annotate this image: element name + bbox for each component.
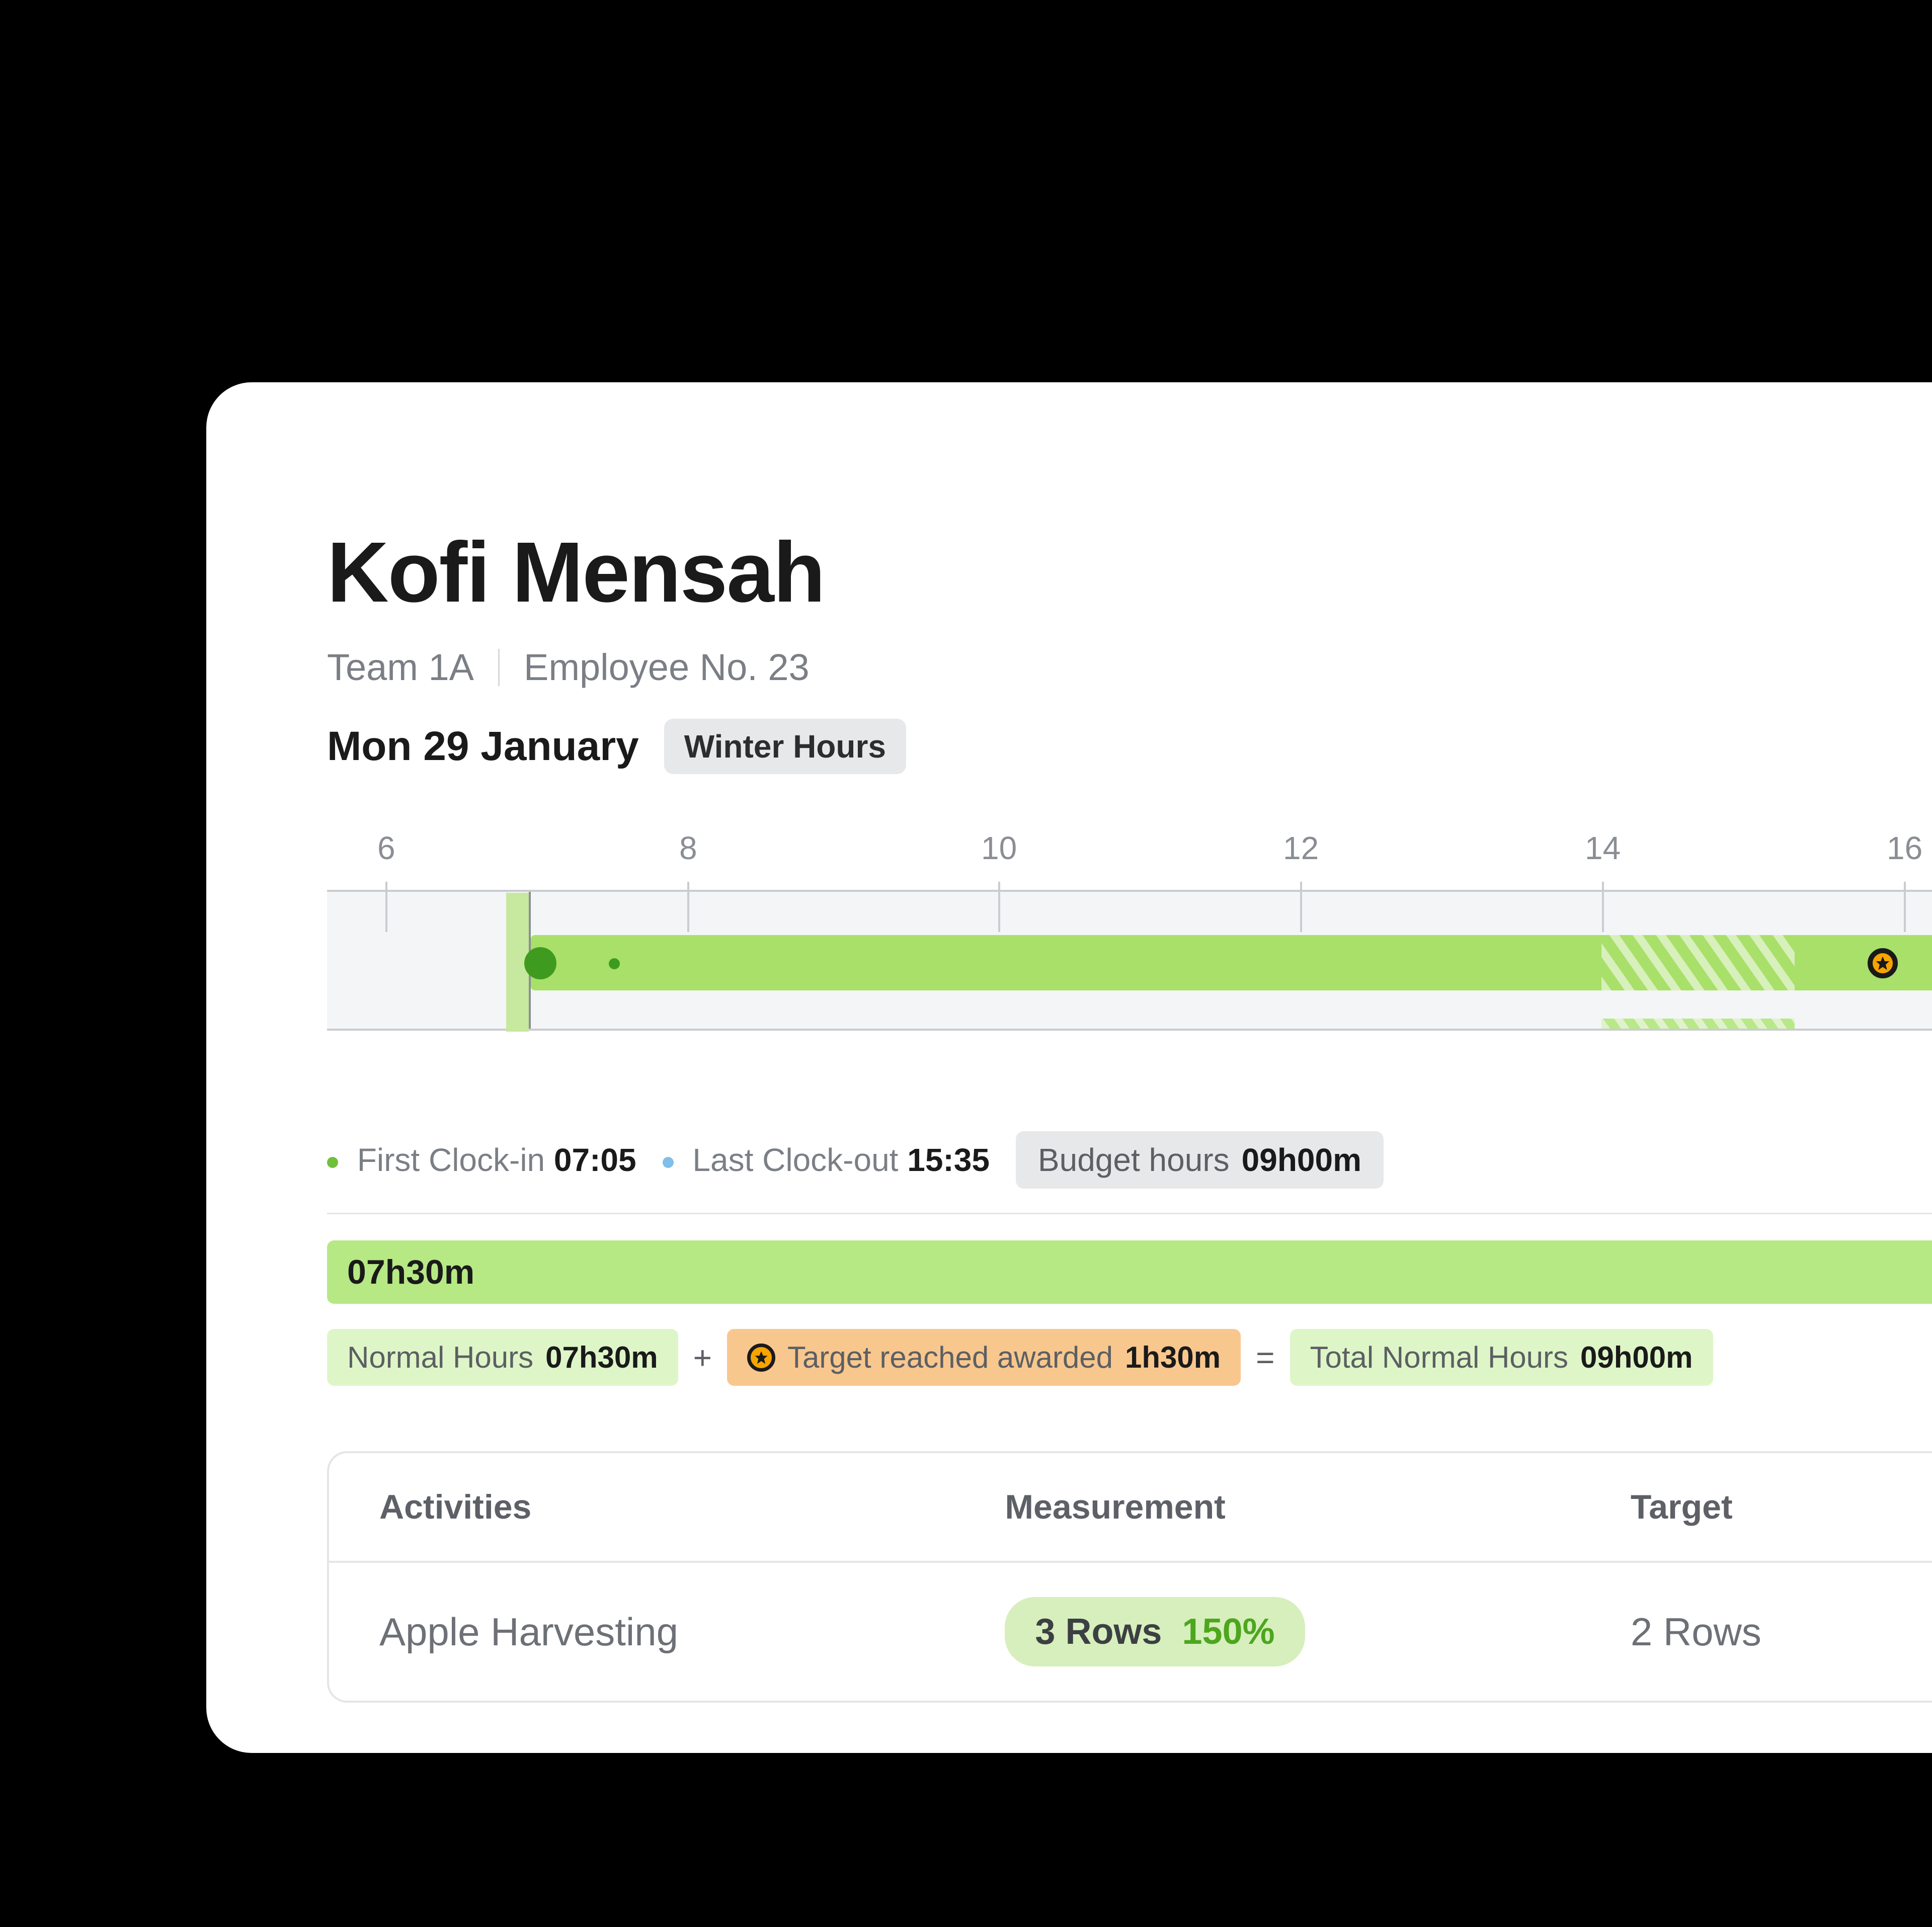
timeline-tick: 6 bbox=[377, 829, 395, 932]
timeline-tick: 12 bbox=[1283, 829, 1319, 932]
col-measurement: Measurement bbox=[1005, 1487, 1630, 1527]
measurement-chip: 3 Rows 150% bbox=[1005, 1597, 1305, 1666]
event-dot[interactable] bbox=[609, 958, 620, 969]
equals-operator: = bbox=[1256, 1339, 1274, 1376]
last-clock-out: Last Clock-out 15:35 bbox=[663, 1141, 990, 1179]
target-awarded-chip: Target reached awarded 1h30m bbox=[727, 1329, 1241, 1386]
employee-number: Employee No. 23 bbox=[524, 646, 810, 689]
activities-table: Activities Measurement Target Apple Harv… bbox=[327, 1451, 1932, 1703]
hours-bars: 07h30m 0 bbox=[327, 1240, 1932, 1304]
normal-hours-chip: Normal Hours 07h30m bbox=[327, 1329, 678, 1386]
date-row: Mon 29 January Winter Hours bbox=[327, 719, 1932, 774]
dot-icon bbox=[327, 1157, 338, 1168]
budget-hours-badge: Budget hours 09h00m bbox=[1016, 1131, 1384, 1189]
first-clock-in: First Clock-in 07:05 bbox=[327, 1141, 636, 1179]
dot-icon bbox=[663, 1157, 674, 1168]
break-hatched-lower bbox=[1601, 1019, 1795, 1029]
total-hours-chip: Total Normal Hours 09h00m bbox=[1290, 1329, 1713, 1386]
shift-bar[interactable] bbox=[531, 935, 1932, 990]
timeline-tick: 8 bbox=[679, 829, 697, 932]
col-activities: Activities bbox=[379, 1487, 1005, 1527]
normal-hours-bar[interactable]: 07h30m bbox=[327, 1240, 1932, 1304]
date-label: Mon 29 January bbox=[327, 723, 639, 770]
employee-name: Kofi Mensah bbox=[327, 523, 1932, 622]
col-target: Target bbox=[1631, 1487, 1932, 1527]
table-row[interactable]: Apple Harvesting 3 Rows 150% 2 Rows bbox=[329, 1563, 1932, 1701]
hours-breakdown: Normal Hours 07h30m + Target reached awa… bbox=[327, 1329, 1932, 1386]
table-header-row: Activities Measurement Target bbox=[329, 1453, 1932, 1563]
measurement-cell: 3 Rows 150% bbox=[1005, 1597, 1630, 1666]
target-cell: 2 Rows bbox=[1631, 1609, 1932, 1655]
target-star-icon[interactable] bbox=[1868, 948, 1898, 978]
activity-name: Apple Harvesting bbox=[379, 1609, 1005, 1655]
plus-operator: + bbox=[693, 1339, 712, 1376]
timeline-tick: 16 bbox=[1887, 829, 1922, 932]
team-label: Team 1A bbox=[327, 646, 474, 689]
horizontal-divider bbox=[327, 1213, 1932, 1214]
vertical-divider bbox=[498, 649, 500, 686]
break-hatched bbox=[1601, 935, 1795, 990]
employee-subline: Team 1A Employee No. 23 bbox=[327, 646, 1932, 689]
season-badge: Winter Hours bbox=[664, 719, 906, 774]
timeline-ticks: 6 8 10 12 14 16 bbox=[327, 829, 1932, 920]
clock-stats: First Clock-in 07:05 Last Clock-out 15:3… bbox=[327, 1131, 1932, 1189]
timeline-tick: 10 bbox=[981, 829, 1017, 932]
target-star-icon bbox=[747, 1344, 775, 1372]
employee-time-card: Kofi Mensah Team 1A Employee No. 23 Mon … bbox=[206, 382, 1932, 1753]
timeline: 6 8 10 12 14 16 bbox=[327, 829, 1932, 920]
timeline-tick: 14 bbox=[1585, 829, 1621, 932]
clock-in-marker[interactable] bbox=[524, 947, 556, 979]
